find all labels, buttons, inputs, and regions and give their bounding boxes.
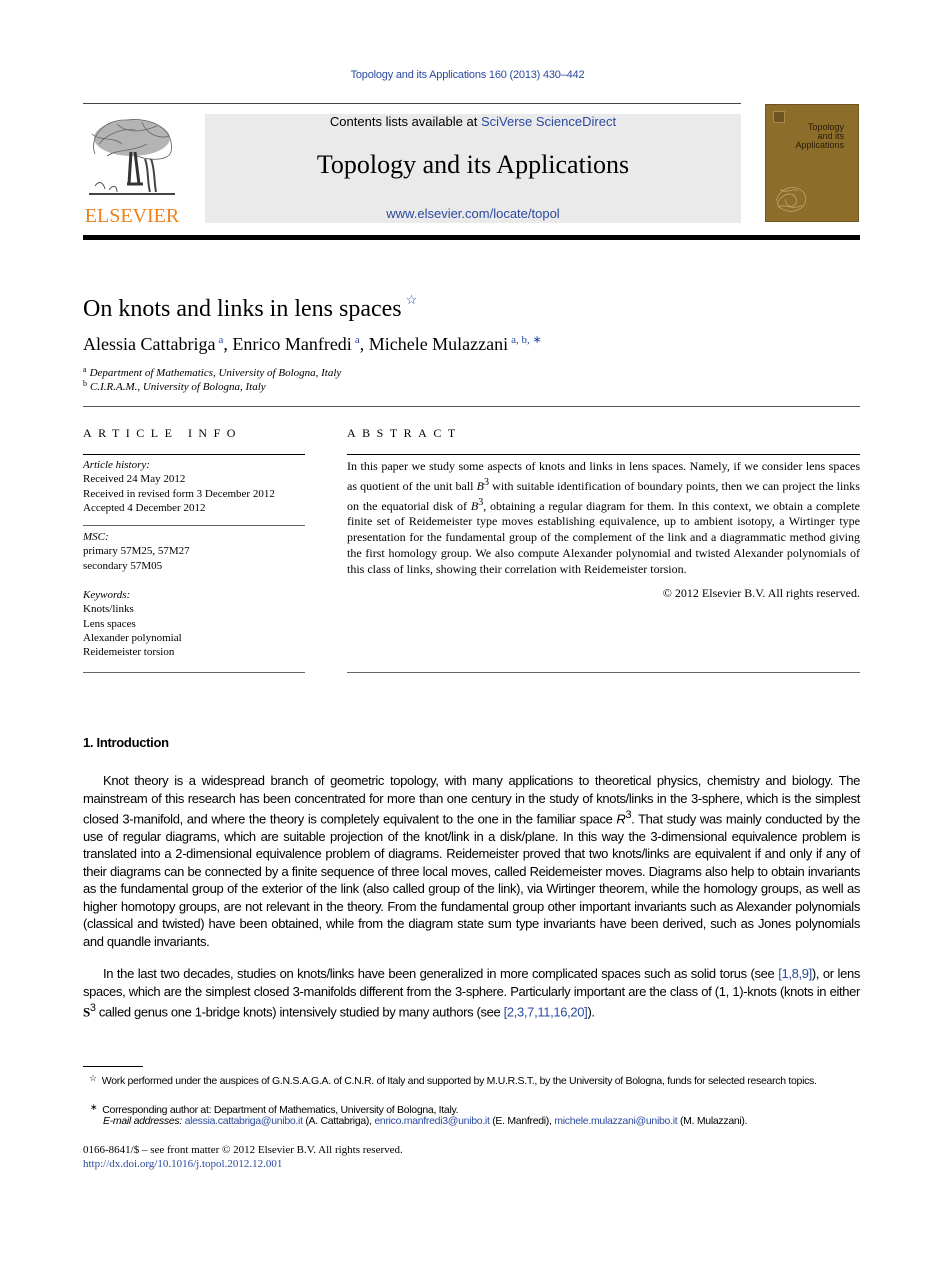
front-matter-notice: 0166-8641/$ – see front matter © 2012 El… [83,1144,403,1156]
footnote-funding: ☆ Work performed under the auspices of G.… [83,1071,860,1088]
article-history-label: Article history: [83,459,150,471]
divider [347,672,860,673]
author-name: Michele Mulazzani [368,334,509,354]
history-item: Received 24 May 2012 [83,473,186,486]
sciencedirect-link[interactable]: SciVerse ScienceDirect [481,114,616,129]
author-affiliation-link[interactable]: a, b, ∗ [511,334,542,346]
email-link[interactable]: enrico.manfredi3@unibo.it [374,1115,490,1127]
doi-link[interactable]: http://dx.doi.org/10.1016/j.topol.2012.1… [83,1157,282,1171]
msc-label: MSC: [83,531,109,543]
keyword-item: Lens spaces [83,617,136,630]
keyword-item: Knots/links [83,603,134,616]
abstract-copyright: © 2012 Elsevier B.V. All rights reserved… [662,586,860,600]
journal-title: Topology and its Applications [316,150,630,179]
section-divider [83,406,860,407]
paragraph-text: . That study was mainly conducted by the… [83,811,860,949]
journal-cover-image: Topology and its Applications [765,104,859,222]
email-owner: (M. Mulazzani). [679,1115,748,1127]
body-paragraph: Knot theory is a widespread branch of ge… [83,772,860,950]
email-owner: (A. Cattabriga) [305,1115,370,1127]
footnote-asterisk-icon: ∗ [90,1102,98,1112]
email-link[interactable]: alessia.cattabriga@unibo.it [185,1115,303,1127]
cover-title: Topology and its Applications [795,123,844,150]
keywords-label: Keywords: [83,589,131,601]
abstract-heading: ABSTRACT [347,426,462,440]
paper-title-text: On knots and links in lens spaces [83,296,402,322]
math-ball: B [476,478,485,493]
elsevier-wordmark: ELSEVIER [84,205,180,227]
journal-reference-link[interactable]: Topology and its Applications 160 (2013)… [0,69,935,81]
abstract-text: In this paper we study some aspects of k… [347,459,860,578]
article-history: Article history: Received 24 May 2012 Re… [83,458,313,515]
body-paragraph: In the last two decades, studies on knot… [83,965,860,1021]
journal-masthead: Contents lists available at SciVerse Sci… [205,114,741,223]
masthead-thick-rule [83,235,860,240]
contents-prefix: Contents lists available at [329,114,481,129]
divider [83,525,305,526]
footnote-rule [83,1066,143,1067]
introduction-heading: 1. Introduction [83,735,169,750]
citation-link[interactable]: [2,3,7,11,16,20] [504,1004,588,1019]
footnote-emails: E-mail addresses: alessia.cattabriga@uni… [103,1115,748,1127]
paragraph-text: called genus one 1-bridge knots) intensi… [95,1004,504,1020]
email-label: E-mail addresses: [103,1115,182,1127]
affiliation: b C.I.R.A.M., University of Bologna, Ital… [83,377,266,394]
author-name: Alessia Cattabriga [83,334,216,354]
article-info-heading: ARTICLE INFO [83,426,242,440]
paper-title: On knots and links in lens spaces ☆ [83,284,417,325]
elsevier-logo: ELSEVIER [83,114,181,227]
divider [83,672,305,673]
msc-item: primary 57M25, 57M27 [83,545,190,558]
affiliation-mark: b [83,379,87,388]
divider [347,454,860,455]
email-owner: (E. Manfredi) [492,1115,550,1127]
msc-item: secondary 57M05 [83,559,163,572]
citation-link[interactable]: [1,8,9] [778,966,812,981]
author-list: Alessia Cattabriga a, Enrico Manfredi a, M… [83,327,542,357]
elsevier-tree-icon [89,119,175,195]
header-rule [83,103,741,104]
keyword-item: Alexander polynomial [83,631,182,644]
keyword-item: Reidemeister torsion [83,646,175,659]
footnote-star-icon: ☆ [89,1073,97,1083]
history-item: Accepted 4 December 2012 [83,501,206,514]
author-separator: , [359,334,369,354]
email-link[interactable]: michele.mulazzani@unibo.it [554,1115,677,1127]
cover-publisher-icon [773,111,785,123]
paragraph-text: ). [587,1004,595,1020]
author-name: Enrico Manfredi [232,334,352,354]
history-item: Received in revised form 3 December 2012 [83,487,275,500]
title-footnote-star-icon[interactable]: ☆ [406,292,418,307]
msc-classification: MSC: primary 57M25, 57M27 secondary 57M0… [83,530,313,573]
affiliation-text: C.I.R.A.M., University of Bologna, Italy [90,381,266,393]
contents-availability: Contents lists available at SciVerse Sci… [205,114,741,130]
cover-knot-art-icon [775,187,807,212]
affiliation-mark: a [83,365,87,374]
journal-url-link[interactable]: www.elsevier.com/locate/topol [205,206,741,221]
cover-title-line: Applications [795,140,844,150]
keywords: Keywords: Knots/links Lens spaces Alexan… [83,588,313,659]
math-sphere: S [83,1004,90,1020]
divider [83,454,305,455]
author-separator: , [223,334,233,354]
paragraph-text: In the last two decades, studies on knot… [103,966,779,981]
footnote-text: Work performed under the auspices of G.N… [101,1075,817,1087]
